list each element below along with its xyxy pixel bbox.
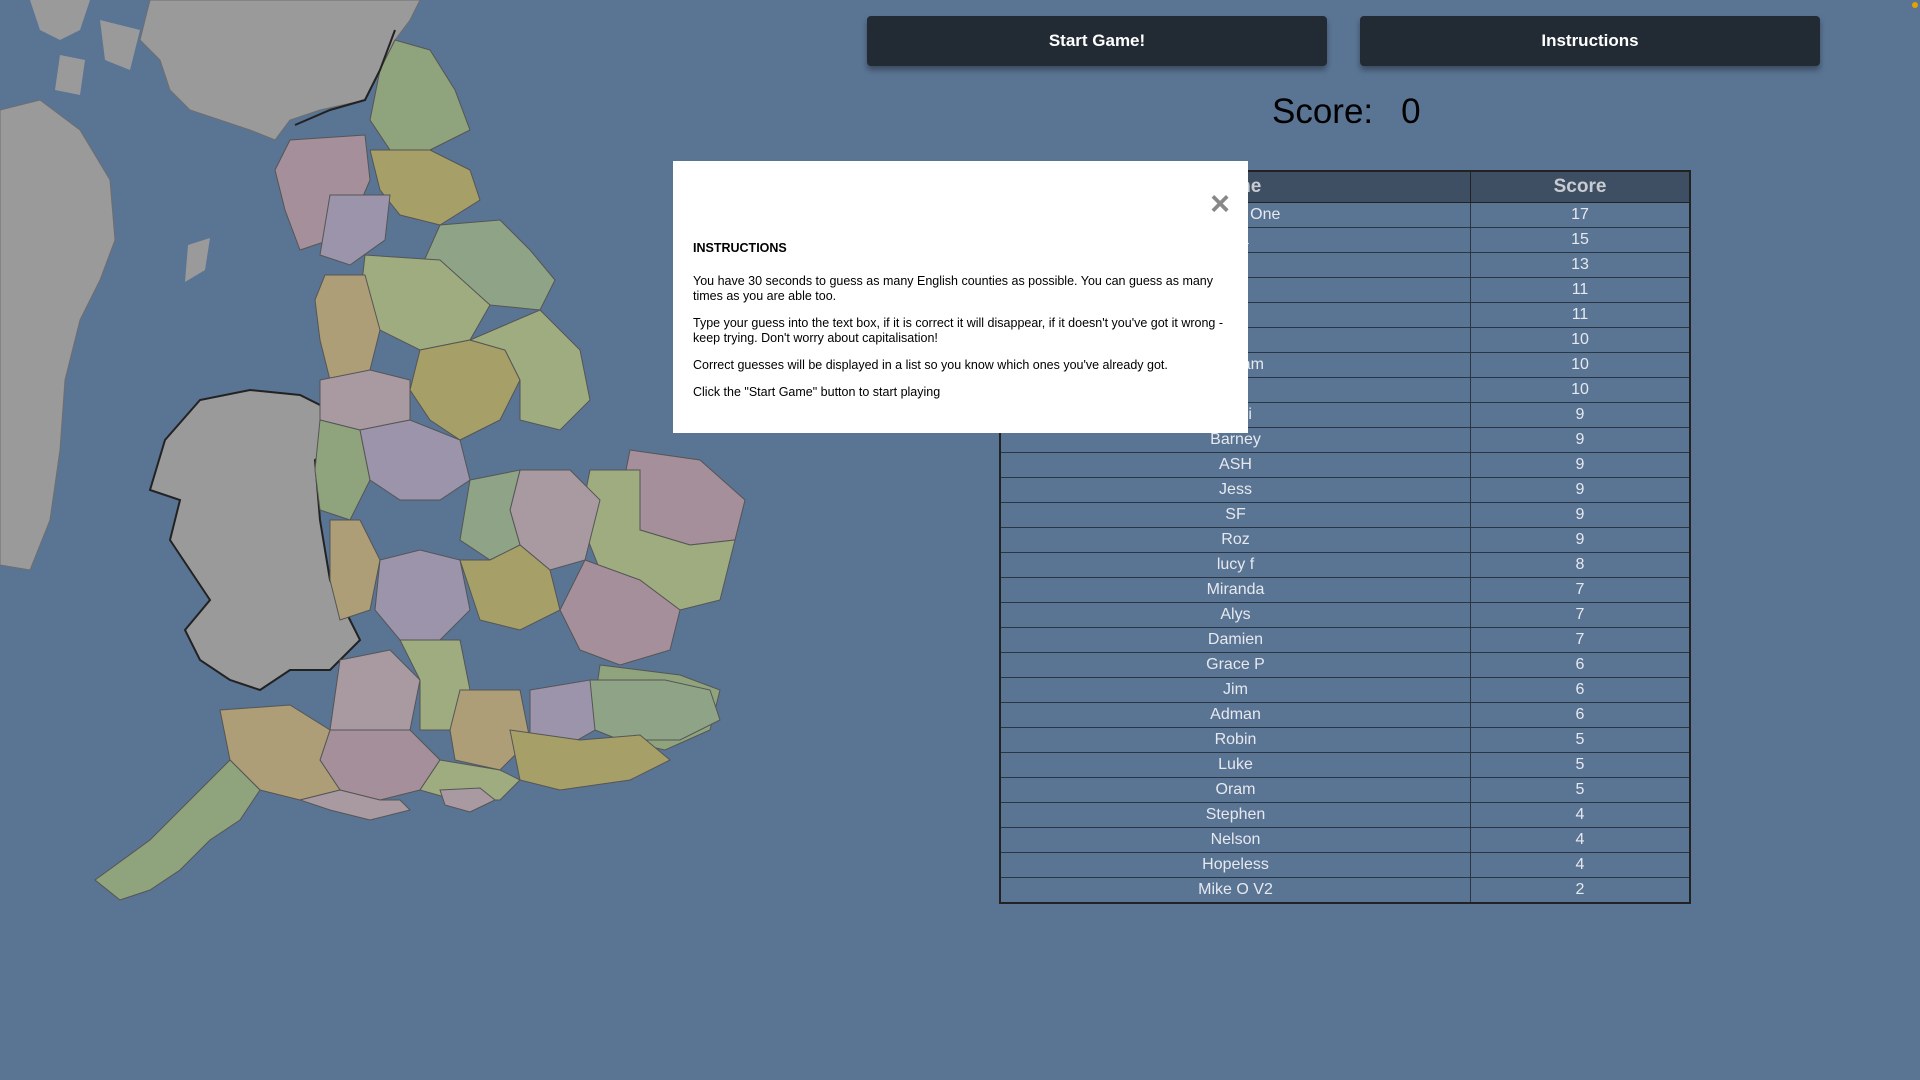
player-name-cell: Robin xyxy=(999,727,1471,753)
table-row: Robin 5 xyxy=(999,727,1691,753)
table-row: Miranda 7 xyxy=(999,577,1691,603)
instructions-modal: × INSTRUCTIONS You have 30 seconds to gu… xyxy=(673,161,1248,433)
scotland-islands xyxy=(30,0,140,95)
table-row: lucy f8 xyxy=(999,552,1691,578)
status-dot xyxy=(1912,2,1918,8)
player-score-cell: 6 xyxy=(1470,652,1691,678)
player-score-cell: 10 xyxy=(1470,327,1691,353)
england-counties-map xyxy=(0,0,746,901)
player-score-cell: 9 xyxy=(1470,402,1691,428)
player-score-cell: 6 xyxy=(1470,677,1691,703)
modal-paragraph: Correct guesses will be displayed in a l… xyxy=(693,358,1168,372)
player-score-cell: 10 xyxy=(1470,377,1691,403)
player-name-cell: Nelson xyxy=(999,827,1471,853)
table-row: ASH 9 xyxy=(999,452,1691,478)
close-icon[interactable]: × xyxy=(1210,187,1230,221)
player-name-cell: Hopeless xyxy=(999,852,1471,878)
player-name-cell: Stephen xyxy=(999,802,1471,828)
score-display: Score: 0 xyxy=(1272,92,1421,132)
player-score-cell: 5 xyxy=(1470,777,1691,803)
table-row: Oram 5 xyxy=(999,777,1691,803)
player-score-cell: 10 xyxy=(1470,352,1691,378)
table-row: Adman 6 xyxy=(999,702,1691,728)
player-score-cell: 5 xyxy=(1470,727,1691,753)
table-row: Mike O V2 2 xyxy=(999,877,1691,904)
player-score-cell: 7 xyxy=(1470,627,1691,653)
player-score-cell: 17 xyxy=(1470,202,1691,228)
player-score-cell: 13 xyxy=(1470,252,1691,278)
player-name-cell: Luke xyxy=(999,752,1471,778)
player-score-cell: 9 xyxy=(1470,452,1691,478)
table-row: SF 9 xyxy=(999,502,1691,528)
player-score-cell: 15 xyxy=(1470,227,1691,253)
score-value: 0 xyxy=(1401,92,1421,131)
table-row: Luke 5 xyxy=(999,752,1691,778)
player-name-cell: Oram xyxy=(999,777,1471,803)
modal-paragraph: Type your guess into the text box, if it… xyxy=(693,316,1224,345)
player-score-cell: 4 xyxy=(1470,827,1691,853)
table-row: Jess 9 xyxy=(999,477,1691,503)
player-name-cell: Grace P xyxy=(999,652,1471,678)
player-score-cell: 8 xyxy=(1470,552,1691,578)
player-score-cell: 9 xyxy=(1470,527,1691,553)
modal-paragraph: Click the "Start Game" button to start p… xyxy=(693,385,941,399)
player-score-cell: 7 xyxy=(1470,602,1691,628)
table-row: Alys 7 xyxy=(999,602,1691,628)
player-score-cell: 5 xyxy=(1470,752,1691,778)
player-name-cell: Adman xyxy=(999,702,1471,728)
table-row: Nelson 4 xyxy=(999,827,1691,853)
player-score-cell: 9 xyxy=(1470,477,1691,503)
player-name-cell: Mike O V2 xyxy=(999,877,1471,904)
player-name-cell: SF xyxy=(999,502,1471,528)
player-score-cell: 6 xyxy=(1470,702,1691,728)
modal-paragraph: You have 30 seconds to guess as many Eng… xyxy=(693,274,1214,303)
player-score-cell: 4 xyxy=(1470,852,1691,878)
table-row: Hopeless 4 xyxy=(999,852,1691,878)
player-score-cell: 11 xyxy=(1470,302,1691,328)
player-name-cell: Jim xyxy=(999,677,1471,703)
table-row: Jim 6 xyxy=(999,677,1691,703)
ireland-landmass xyxy=(0,99,116,571)
player-name-cell: Roz xyxy=(999,527,1471,553)
player-score-cell: 9 xyxy=(1470,427,1691,453)
player-name-cell: Alys xyxy=(999,602,1471,628)
table-row: Roz 9 xyxy=(999,527,1691,553)
table-row: Grace P6 xyxy=(999,652,1691,678)
player-name-cell: lucy f xyxy=(999,552,1471,578)
start-game-button[interactable]: Start Game! xyxy=(867,16,1327,66)
instructions-button[interactable]: Instructions xyxy=(1360,16,1820,66)
player-score-cell: 4 xyxy=(1470,802,1691,828)
player-name-cell: ASH xyxy=(999,452,1471,478)
score-label: Score: xyxy=(1272,92,1374,131)
score-column-header: Score xyxy=(1470,170,1691,203)
player-score-cell: 2 xyxy=(1470,877,1691,904)
player-name-cell: Miranda xyxy=(999,577,1471,603)
player-score-cell: 9 xyxy=(1470,502,1691,528)
player-score-cell: 7 xyxy=(1470,577,1691,603)
isle-of-man xyxy=(185,238,210,282)
player-name-cell: Damien xyxy=(999,627,1471,653)
player-name-cell: Jess xyxy=(999,477,1471,503)
table-row: Stephen 4 xyxy=(999,802,1691,828)
player-score-cell: 11 xyxy=(1470,277,1691,303)
modal-heading: INSTRUCTIONS xyxy=(693,241,787,255)
table-row: Damien 7 xyxy=(999,627,1691,653)
